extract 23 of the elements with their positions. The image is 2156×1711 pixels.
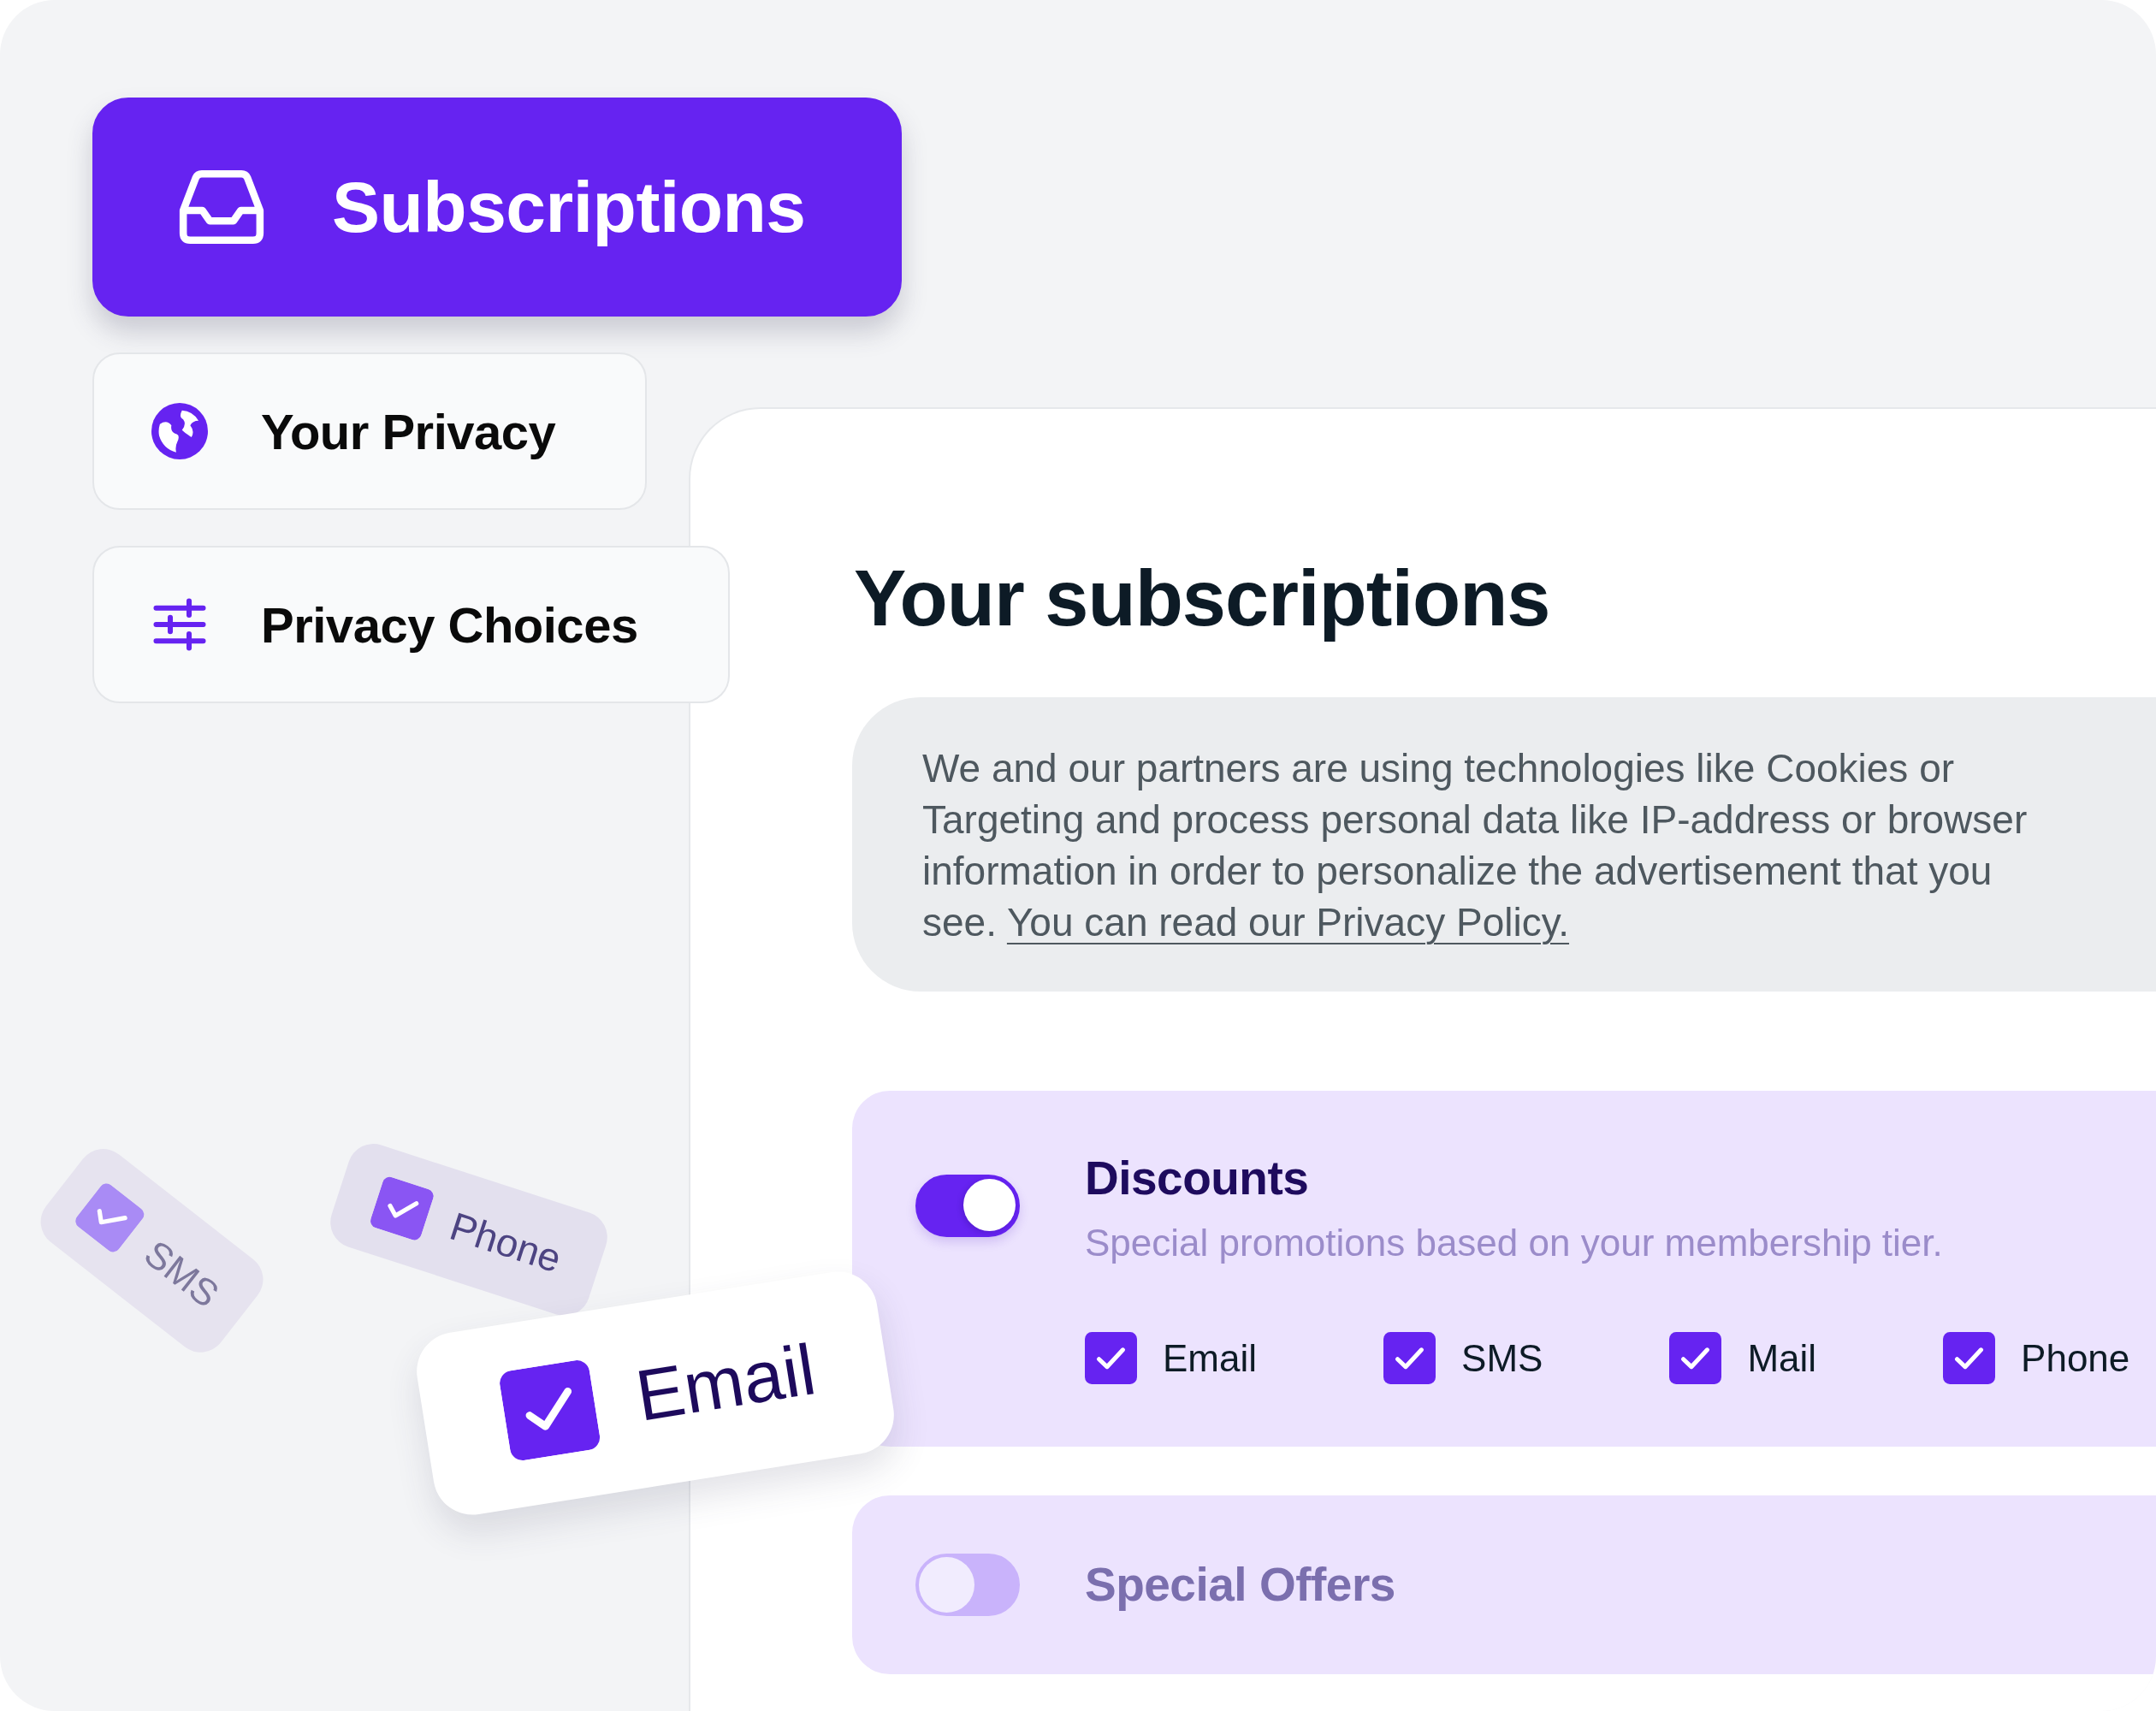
- sliders-icon: [151, 596, 208, 653]
- nav-item[interactable]: Subscriptions: [92, 98, 902, 317]
- checkbox[interactable]: [1943, 1332, 1996, 1384]
- checkbox-label[interactable]: Email: [1163, 1335, 1258, 1381]
- chip-label: Phone: [444, 1202, 567, 1282]
- privacy-policy-link[interactable]: You can read our Privacy Policy.: [1006, 900, 1570, 944]
- checkbox-label[interactable]: Mail: [1747, 1335, 1817, 1381]
- subscription-title: Special Offers: [1085, 1557, 1395, 1613]
- page-title: Your subscriptions: [854, 555, 1551, 642]
- checkbox[interactable]: [1383, 1332, 1436, 1384]
- privacy-notice-text: We and our partners are using technologies like Cookies or Targeting and process personal data like IP-address or browser information in order to personalize the advertisement that you see. You can read our Privacy Policy.: [922, 745, 2029, 946]
- subscription-description: Special promotions based on your membership tier.: [1085, 1221, 1944, 1265]
- nav-item[interactable]: Privacy Choices: [92, 546, 730, 703]
- checkbox[interactable]: [1669, 1332, 1722, 1384]
- nav-item[interactable]: Your Privacy: [92, 352, 648, 510]
- toggle-switch[interactable]: [915, 1175, 1020, 1237]
- chip-label: Email: [630, 1327, 821, 1437]
- checkbox-label[interactable]: SMS: [1461, 1335, 1543, 1381]
- checkbox[interactable]: [1085, 1332, 1137, 1384]
- chip-label: SMS: [136, 1231, 228, 1317]
- checkbox-label[interactable]: Phone: [2021, 1335, 2130, 1381]
- subscription-title: Discounts: [1085, 1151, 1310, 1206]
- globe-icon: [151, 403, 208, 459]
